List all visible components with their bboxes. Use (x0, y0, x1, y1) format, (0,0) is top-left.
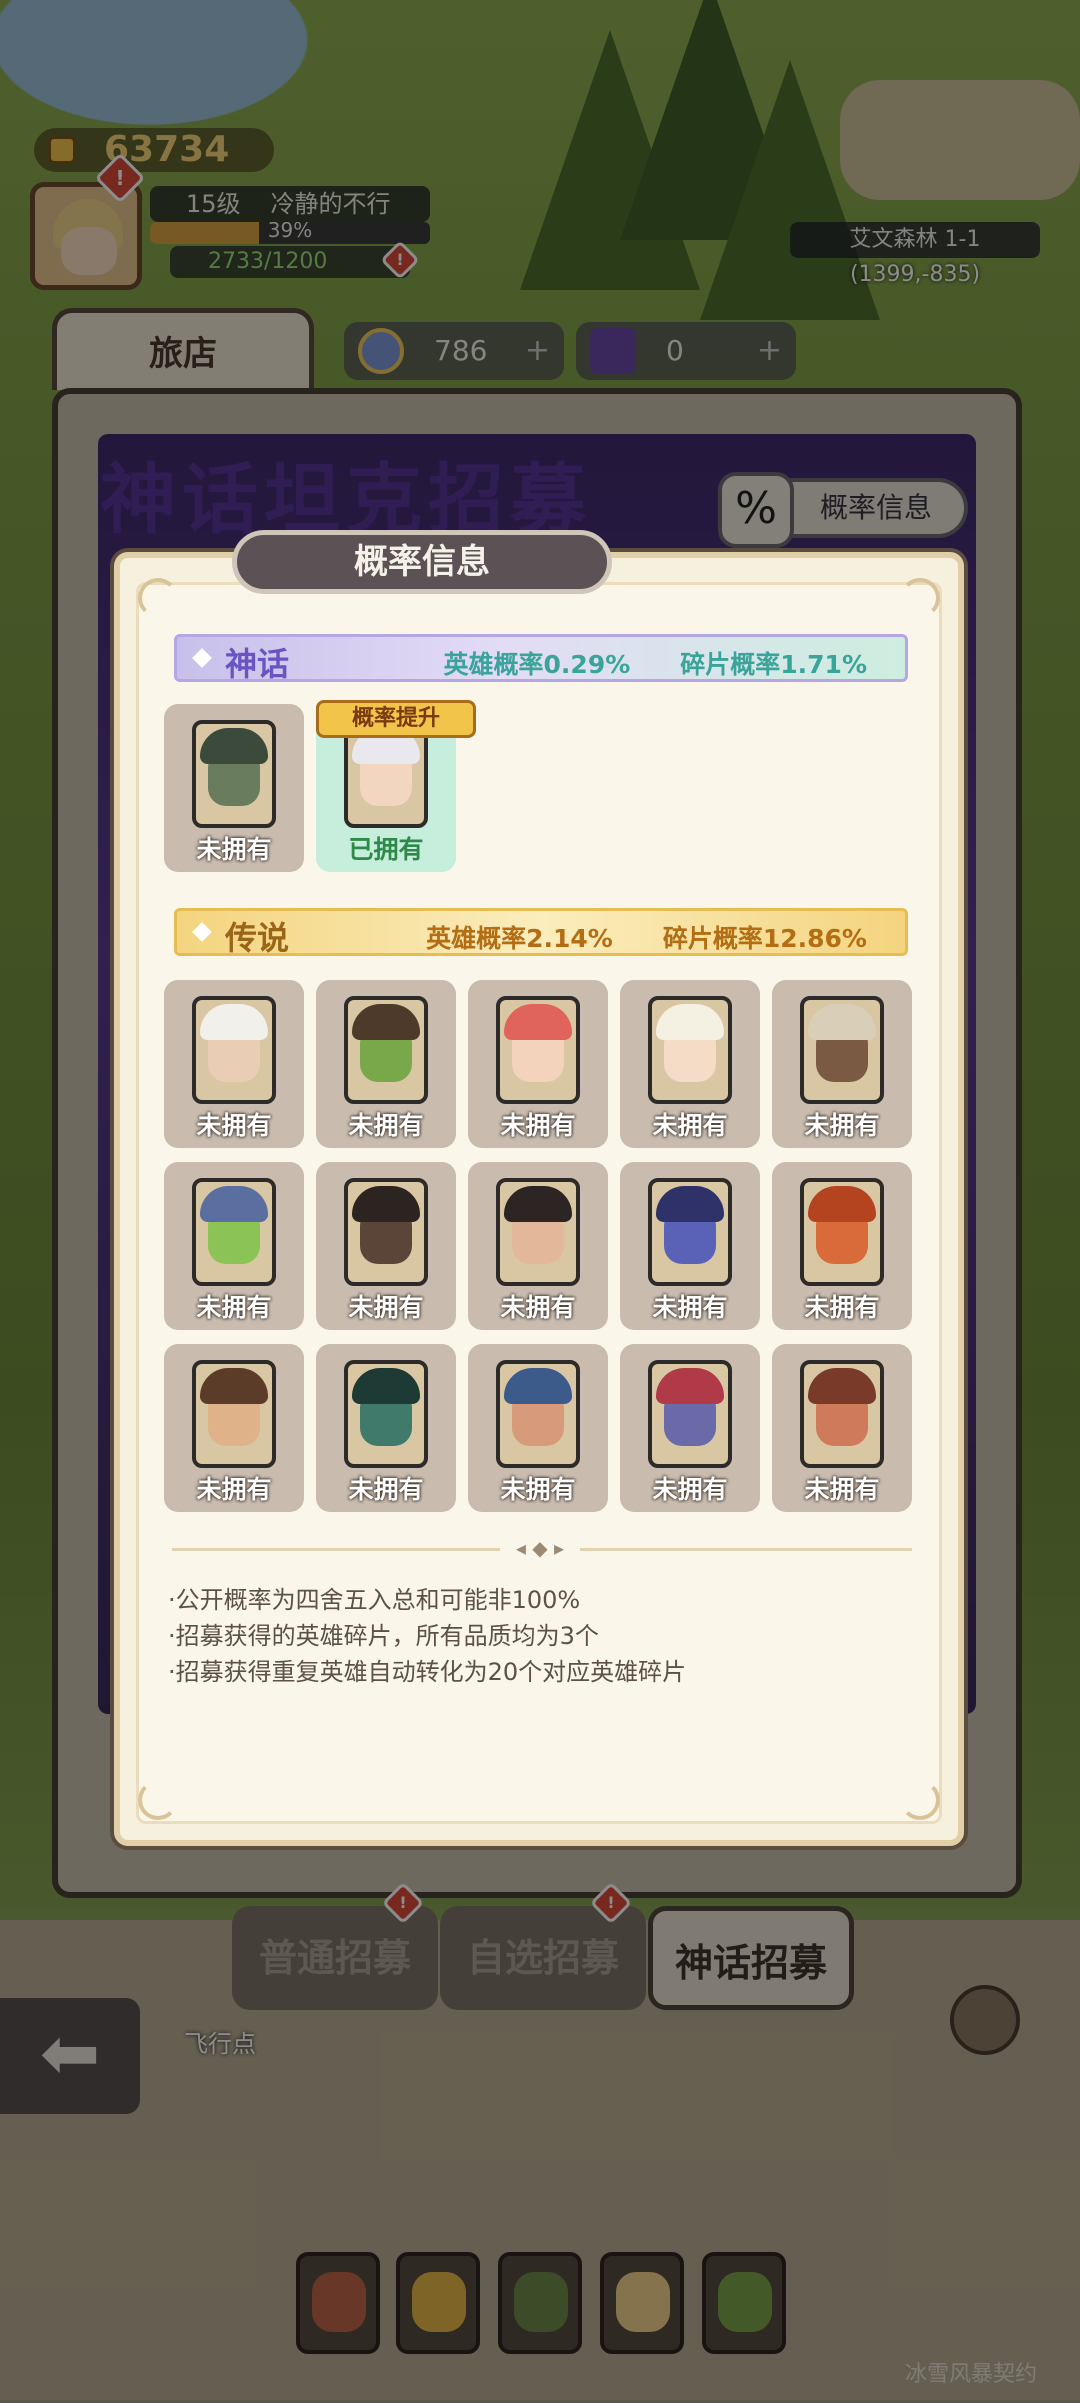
hero-ownership-status: 未拥有 (652, 1475, 728, 1504)
legend-label: 传说 (225, 919, 290, 957)
hero-card[interactable]: 未拥有 (316, 1344, 456, 1512)
hero-ownership-status: 未拥有 (500, 1111, 576, 1140)
hero-portrait (496, 1360, 580, 1468)
hero-portrait (800, 1360, 884, 1468)
hero-hair (352, 1004, 420, 1040)
hero-portrait (192, 1360, 276, 1468)
hero-portrait (648, 1178, 732, 1286)
corner-ornament (138, 1780, 178, 1820)
hero-hair (808, 1186, 876, 1222)
hero-ownership-status: 未拥有 (196, 835, 272, 864)
hero-portrait (648, 996, 732, 1104)
hero-ownership-status: 已拥有 (348, 835, 424, 864)
hero-portrait (192, 996, 276, 1104)
mythic-hero-rate: 英雄概率0.29% (443, 650, 631, 679)
hero-card[interactable]: 未拥有 (164, 1344, 304, 1512)
hero-portrait (192, 1178, 276, 1286)
hero-hair (352, 1186, 420, 1222)
hero-hair (808, 1004, 876, 1040)
hero-card[interactable]: 未拥有 (620, 1344, 760, 1512)
hero-hair (200, 1186, 268, 1222)
legend-hero-rate: 英雄概率2.14% (426, 924, 613, 953)
hero-hair (200, 728, 268, 764)
hero-hair (504, 1368, 572, 1404)
corner-ornament (138, 578, 178, 618)
hero-portrait (496, 1178, 580, 1286)
hero-hair (656, 1004, 724, 1040)
hero-portrait (344, 1360, 428, 1468)
mythic-section-header: 神话 英雄概率0.29% 碎片概率1.71% (174, 634, 908, 683)
hero-hair (352, 1368, 420, 1404)
note-line: ·公开概率为四舍五入总和可能非100% (168, 1586, 581, 1614)
hero-ownership-status: 未拥有 (652, 1293, 728, 1322)
hero-card[interactable]: 未拥有 (772, 980, 912, 1148)
hero-portrait (344, 1178, 428, 1286)
hero-ownership-status: 未拥有 (348, 1475, 424, 1504)
note-line: ·招募获得重复英雄自动转化为20个对应英雄碎片 (168, 1658, 687, 1686)
hero-card[interactable]: 未拥有 (316, 1162, 456, 1330)
hero-ownership-status: 未拥有 (652, 1111, 728, 1140)
hero-ownership-status: 未拥有 (348, 1293, 424, 1322)
hero-hair (656, 1368, 724, 1404)
hero-card[interactable]: 未拥有 (772, 1344, 912, 1512)
hero-hair (504, 1004, 572, 1040)
hero-hair (504, 1186, 572, 1222)
hero-ownership-status: 未拥有 (348, 1111, 424, 1140)
hero-portrait (192, 720, 276, 828)
hero-ownership-status: 未拥有 (500, 1293, 576, 1322)
hero-ownership-status: 未拥有 (804, 1111, 880, 1140)
hero-card[interactable]: 未拥有 (468, 1162, 608, 1330)
hero-card[interactable]: 未拥有 (468, 980, 608, 1148)
hero-card[interactable]: 未拥有 (620, 1162, 760, 1330)
legend-section-header: 传说 英雄概率2.14% 碎片概率12.86% (174, 908, 908, 957)
hero-card[interactable]: 未拥有 (164, 704, 304, 872)
probability-notes: ·公开概率为四舍五入总和可能非100% ·招募获得的英雄碎片，所有品质均为3个 … (168, 1582, 686, 1690)
hero-ownership-status: 未拥有 (196, 1293, 272, 1322)
gem-icon (192, 648, 212, 668)
mythic-rates: 英雄概率0.29% 碎片概率1.71% (444, 645, 867, 681)
dialog-title: 概率信息 (232, 530, 612, 594)
legend-rates: 英雄概率2.14% 碎片概率12.86% (426, 919, 867, 955)
hero-card[interactable]: 未拥有 (164, 1162, 304, 1330)
hero-portrait (344, 996, 428, 1104)
hero-ownership-status: 未拥有 (196, 1111, 272, 1140)
hero-card[interactable]: 未拥有 (620, 980, 760, 1148)
legend-shard-rate: 碎片概率12.86% (662, 924, 867, 953)
corner-ornament (900, 1780, 940, 1820)
mythic-label: 神话 (225, 645, 290, 683)
rate-up-tag: 概率提升 (316, 700, 476, 738)
hero-hair (808, 1368, 876, 1404)
hero-portrait (648, 1360, 732, 1468)
hero-ownership-status: 未拥有 (196, 1475, 272, 1504)
hero-card[interactable]: 未拥有 (316, 980, 456, 1148)
hero-card[interactable]: 未拥有 (468, 1344, 608, 1512)
divider-ornament: ◂ ◆ ▸ (500, 1536, 580, 1562)
corner-ornament (900, 578, 940, 618)
mythic-shard-rate: 碎片概率1.71% (680, 650, 867, 679)
hero-hair (200, 1004, 268, 1040)
hero-card[interactable]: 未拥有 (772, 1162, 912, 1330)
hero-ownership-status: 未拥有 (500, 1475, 576, 1504)
hero-ownership-status: 未拥有 (804, 1293, 880, 1322)
hero-card[interactable]: 未拥有 (164, 980, 304, 1148)
hero-portrait (800, 1178, 884, 1286)
hero-hair (656, 1186, 724, 1222)
hero-hair (200, 1368, 268, 1404)
note-line: ·招募获得的英雄碎片，所有品质均为3个 (168, 1622, 599, 1650)
gem-icon (192, 922, 212, 942)
hero-portrait (496, 996, 580, 1104)
hero-portrait (800, 996, 884, 1104)
hero-ownership-status: 未拥有 (804, 1475, 880, 1504)
